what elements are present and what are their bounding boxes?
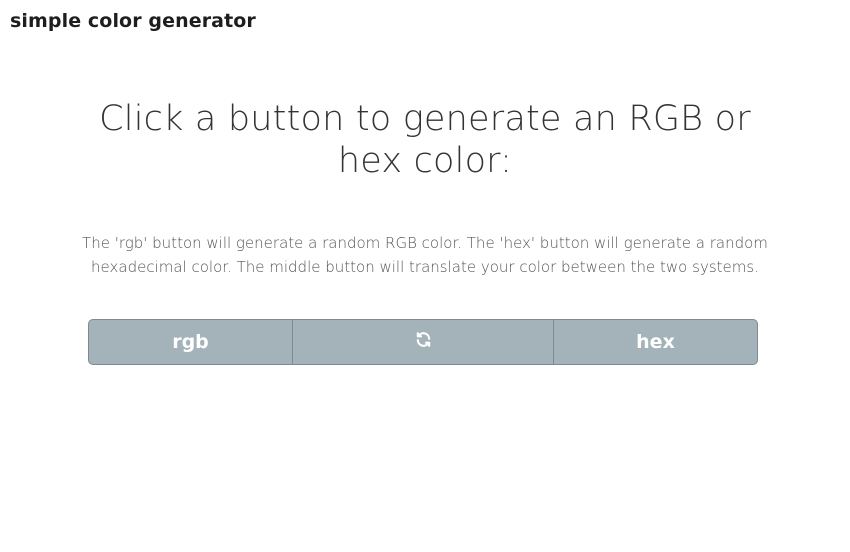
convert-button[interactable]	[293, 320, 554, 364]
refresh-icon	[415, 331, 432, 353]
button-group: rgb hex	[88, 319, 758, 365]
rgb-button-label: rgb	[172, 331, 209, 353]
instructions-text: The 'rgb' button will generate a random …	[82, 234, 768, 276]
brand-title: simple color generator	[10, 10, 256, 32]
hex-button[interactable]: hex	[554, 320, 757, 364]
page-headline: Click a button to generate an RGB or hex…	[99, 99, 751, 181]
hex-button-label: hex	[636, 331, 675, 353]
rgb-button[interactable]: rgb	[89, 320, 293, 364]
